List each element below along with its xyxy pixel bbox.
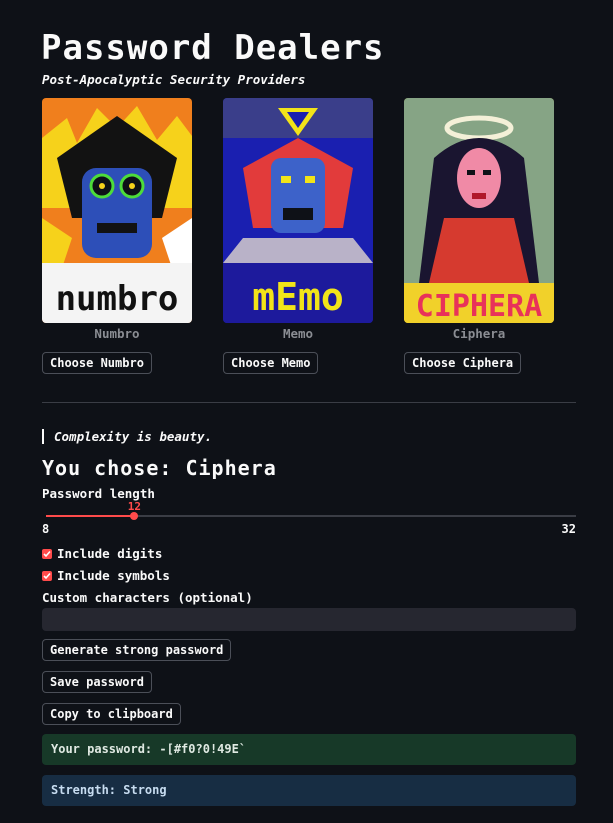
password-length-label: Password length (42, 486, 155, 501)
password-length-slider[interactable]: 12 (46, 500, 576, 520)
choose-numbro-button[interactable]: Choose Numbro (42, 352, 152, 374)
choose-memo-button[interactable]: Choose Memo (223, 352, 319, 374)
password-result-box: Your password: -[#f0?0!49E` (42, 734, 576, 765)
dealer-name-memo: Memo (282, 326, 314, 341)
slider-fill (46, 515, 135, 517)
dealer-numbro: numbro Numbro Choose Numbro (42, 98, 192, 374)
checkbox-checked-icon (42, 570, 52, 581)
app-title: Password Dealers (41, 28, 385, 68)
strength-box: Strength: Strong (42, 775, 576, 806)
custom-characters-label: Custom characters (optional) (42, 590, 253, 605)
include-digits-checkbox[interactable]: Include digits (42, 546, 162, 561)
app-subtitle: Post-Apocalyptic Security Providers (42, 72, 306, 87)
dealer-quote: Complexity is beauty. (42, 429, 212, 444)
dealer-name-ciphera: Ciphera (452, 326, 506, 341)
memo-card-text: mEmo (252, 275, 344, 319)
include-symbols-checkbox[interactable]: Include symbols (42, 568, 170, 583)
ciphera-card-text: CIPHERA (416, 289, 542, 323)
checkbox-checked-icon (42, 548, 52, 559)
dealer-memo: mEmo Memo Choose Memo (223, 98, 373, 374)
memo-card-image: mEmo (223, 98, 373, 323)
copy-clipboard-button[interactable]: Copy to clipboard (42, 703, 181, 725)
include-digits-label: Include digits (57, 546, 163, 561)
save-password-button[interactable]: Save password (42, 671, 152, 693)
include-symbols-label: Include symbols (57, 568, 170, 583)
generate-password-button[interactable]: Generate strong password (42, 639, 232, 661)
numbro-card-text: numbro (56, 279, 179, 319)
section-divider (42, 402, 576, 403)
numbro-card-image: numbro (42, 98, 192, 323)
custom-characters-input[interactable] (42, 608, 576, 631)
slider-value: 12 (127, 500, 141, 513)
selection-heading: You chose: Ciphera (42, 456, 277, 480)
slider-thumb[interactable] (130, 512, 139, 520)
ciphera-card-image: CIPHERA (404, 98, 554, 323)
slider-min-label: 8 (42, 522, 50, 536)
choose-ciphera-button[interactable]: Choose Ciphera (404, 352, 522, 374)
slider-max-label: 32 (561, 522, 576, 536)
dealer-name-numbro: Numbro (94, 326, 140, 341)
dealer-ciphera: CIPHERA Ciphera Choose Ciphera (404, 98, 554, 374)
